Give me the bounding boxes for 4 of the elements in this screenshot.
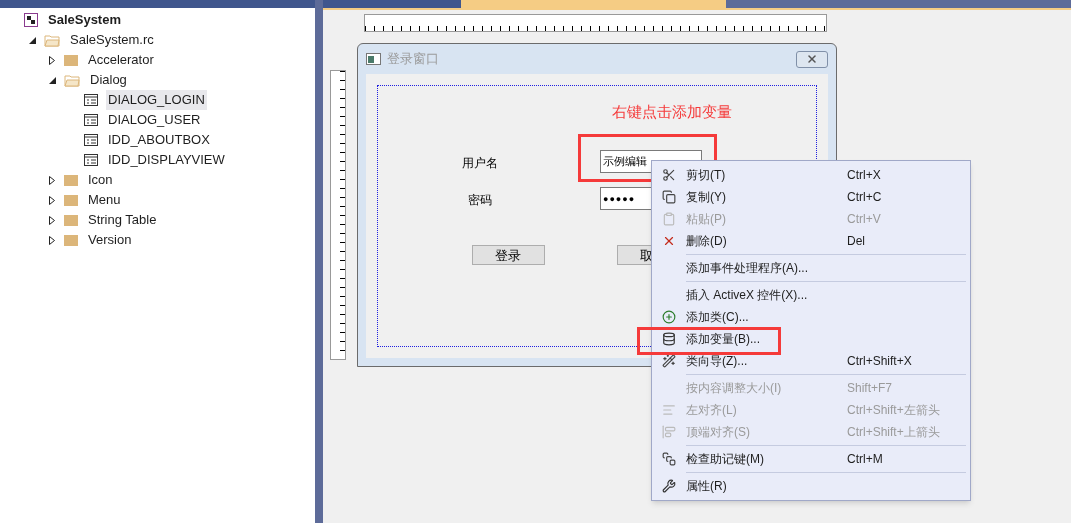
- field-label: 用户名: [461, 154, 499, 172]
- field-label: 密码: [467, 191, 493, 209]
- window-title: 登录窗口: [387, 50, 439, 69]
- annotation-text: 右键点击添加变量: [612, 103, 732, 120]
